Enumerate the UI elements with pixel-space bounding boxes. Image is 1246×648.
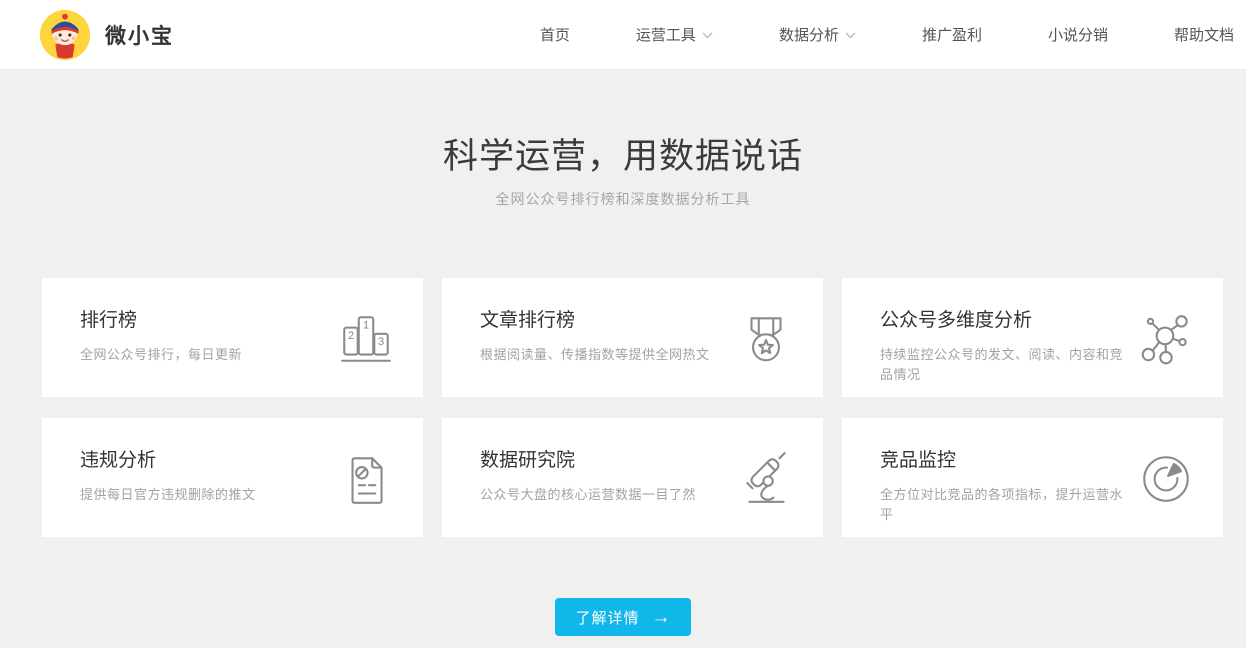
competitor-gauge-icon (1137, 450, 1195, 508)
svg-text:1: 1 (363, 320, 369, 332)
cta-section: 了解详情 → (0, 598, 1246, 636)
card-competitor-monitoring[interactable]: 竞品监控 全方位对比竞品的各项指标，提升运营水平 (842, 418, 1223, 537)
card-data-research[interactable]: 数据研究院 公众号大盘的核心运营数据一目了然 (442, 418, 823, 537)
nav-item-label: 帮助文档 (1174, 24, 1234, 45)
card-description: 全网公众号排行，每日更新 (80, 345, 332, 365)
brand-name[interactable]: 微小宝 (105, 20, 174, 50)
violation-document-icon (337, 450, 395, 508)
weixiaobao-logo-icon[interactable] (38, 8, 92, 62)
feature-cards-grid: 排行榜 全网公众号排行，每日更新 2 1 3 文章排行榜 根据阅读量、传播指数等… (42, 278, 1246, 537)
card-description: 根据阅读量、传播指数等提供全网热文 (480, 345, 732, 365)
top-navbar: 微小宝 首页 运营工具 数据分析 推广盈利 小说分销 帮助文档 (0, 0, 1246, 70)
card-title: 竞品监控 (880, 445, 1132, 472)
card-text: 数据研究院 公众号大盘的核心运营数据一目了然 (480, 445, 732, 505)
multi-dimension-network-icon (1137, 310, 1195, 368)
hero-title: 科学运营，用数据说话 (0, 136, 1246, 178)
nav-item-label: 运营工具 (636, 24, 696, 45)
svg-text:3: 3 (378, 336, 384, 348)
card-title: 数据研究院 (480, 445, 732, 472)
card-article-ranking[interactable]: 文章排行榜 根据阅读量、传播指数等提供全网热文 (442, 278, 823, 397)
chevron-down-icon (702, 32, 713, 39)
hero-subtitle: 全网公众号排行榜和深度数据分析工具 (0, 192, 1246, 206)
card-text: 文章排行榜 根据阅读量、传播指数等提供全网热文 (480, 305, 732, 365)
card-text: 排行榜 全网公众号排行，每日更新 (80, 305, 332, 365)
nav-item-home[interactable]: 首页 (540, 24, 570, 45)
learn-more-label: 了解详情 (575, 607, 639, 628)
card-ranking[interactable]: 排行榜 全网公众号排行，每日更新 2 1 3 (42, 278, 423, 397)
svg-text:2: 2 (348, 330, 354, 342)
card-text: 违规分析 提供每日官方违规删除的推文 (80, 445, 332, 505)
nav-item-help-docs[interactable]: 帮助文档 (1174, 24, 1234, 45)
card-description: 提供每日官方违规删除的推文 (80, 485, 332, 505)
card-text: 竞品监控 全方位对比竞品的各项指标，提升运营水平 (880, 445, 1132, 524)
nav-item-label: 推广盈利 (922, 24, 982, 45)
article-medal-icon (737, 310, 795, 368)
nav-item-novel-distribution[interactable]: 小说分销 (1048, 24, 1108, 45)
arrow-right-icon: → (652, 608, 671, 627)
nav-item-operation-tools[interactable]: 运营工具 (636, 24, 713, 45)
card-title: 违规分析 (80, 445, 332, 472)
card-title: 文章排行榜 (480, 305, 732, 332)
card-title: 排行榜 (80, 305, 332, 332)
chevron-down-icon (845, 32, 856, 39)
card-title: 公众号多维度分析 (880, 305, 1132, 332)
nav-item-label: 首页 (540, 24, 570, 45)
nav-item-label: 小说分销 (1048, 24, 1108, 45)
ranking-podium-icon: 2 1 3 (337, 310, 395, 368)
learn-more-button[interactable]: 了解详情 → (555, 598, 690, 636)
card-description: 公众号大盘的核心运营数据一目了然 (480, 485, 732, 505)
nav-item-label: 数据分析 (779, 24, 839, 45)
card-text: 公众号多维度分析 持续监控公众号的发文、阅读、内容和竞品情况 (880, 305, 1132, 384)
card-multi-dimension-analysis[interactable]: 公众号多维度分析 持续监控公众号的发文、阅读、内容和竞品情况 (842, 278, 1223, 397)
nav-item-data-analysis[interactable]: 数据分析 (779, 24, 856, 45)
nav-item-promotion-profit[interactable]: 推广盈利 (922, 24, 982, 45)
research-microscope-icon (737, 450, 795, 508)
main-nav: 首页 运营工具 数据分析 推广盈利 小说分销 帮助文档 (540, 24, 1234, 45)
card-description: 持续监控公众号的发文、阅读、内容和竞品情况 (880, 345, 1132, 384)
card-description: 全方位对比竞品的各项指标，提升运营水平 (880, 485, 1132, 524)
card-violation-analysis[interactable]: 违规分析 提供每日官方违规删除的推文 (42, 418, 423, 537)
